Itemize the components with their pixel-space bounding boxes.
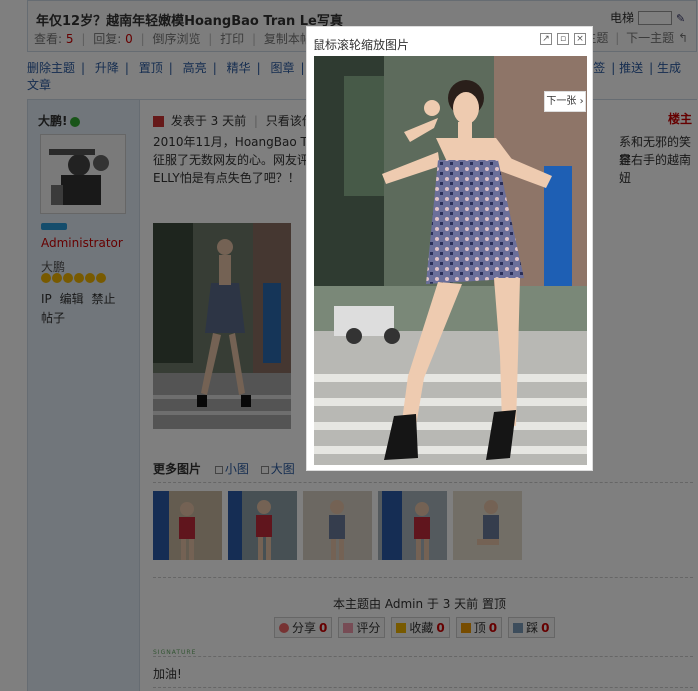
popup-title: 鼠标滚轮缩放图片 bbox=[313, 38, 410, 52]
original-size-icon[interactable]: ▫ bbox=[557, 33, 569, 45]
chevron-right-icon: › bbox=[579, 96, 584, 107]
close-icon[interactable]: × bbox=[574, 33, 586, 45]
image-viewer-popup: 鼠标滚轮缩放图片 ↗ ▫ × 下一张 › bbox=[306, 26, 593, 471]
popup-photo[interactable] bbox=[314, 56, 587, 465]
popup-toolbar: ↗ ▫ × bbox=[540, 33, 586, 45]
next-image-button[interactable]: 下一张 › bbox=[544, 91, 586, 112]
open-new-window-icon[interactable]: ↗ bbox=[540, 33, 552, 45]
